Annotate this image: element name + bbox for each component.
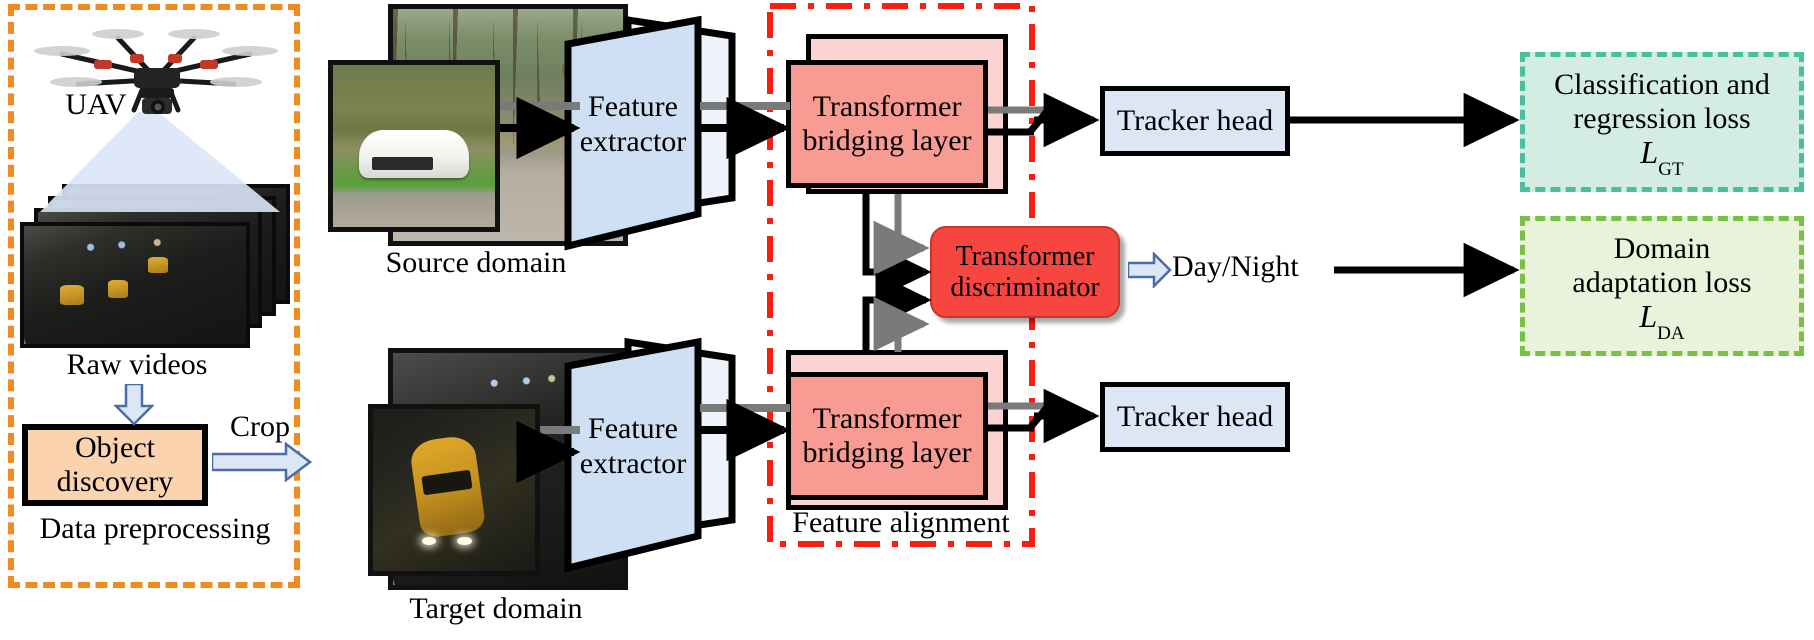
wire-bridging-bottom-to-discriminator-search	[862, 272, 932, 352]
feature-extractor-bottom-line1: Feature	[588, 412, 678, 445]
gt-loss-symbol: L	[1640, 134, 1659, 171]
wire-bridging-top-to-discriminator-search	[862, 194, 932, 300]
raw-videos-label: Raw videos	[66, 348, 208, 381]
bridging-layer-top-line2: bridging layer	[802, 124, 972, 157]
wire-bridging-top-to-discriminator-template	[873, 194, 930, 276]
domain-adaptation-loss-box: Domain adaptation loss LDA	[1520, 216, 1804, 356]
raw-video-frame-front	[20, 222, 250, 348]
da-loss-line1: Domain	[1613, 232, 1711, 266]
discriminator-line2: discriminator	[950, 272, 1100, 303]
gt-loss-symbol-row: LGT	[1554, 134, 1770, 181]
da-loss-symbol: L	[1639, 298, 1658, 335]
da-loss-line2: adaptation loss	[1572, 265, 1752, 299]
crop-label: Crop	[230, 410, 290, 443]
data-preprocessing-label: Data preprocessing	[39, 512, 271, 545]
figure-canvas: UAV Raw videos Object discovery Data pre…	[0, 0, 1814, 640]
wire-bridging-bottom-to-discriminator-template	[873, 296, 930, 352]
object-discovery-line2: discovery	[56, 465, 174, 498]
bridging-layer-bottom-line1: Transformer	[812, 402, 962, 436]
crop-arrow	[212, 442, 312, 482]
day-night-arrow	[1128, 252, 1172, 288]
bridging-layer-top[interactable]: Transformer bridging layer	[786, 60, 988, 188]
day-night-label: Day/Night	[1172, 250, 1299, 283]
target-domain-crop	[368, 404, 540, 576]
da-loss-subscript: DA	[1657, 323, 1685, 345]
gt-loss-line2: regression loss	[1573, 101, 1751, 135]
target-domain-label: Target domain	[409, 592, 583, 625]
bridging-layer-bottom[interactable]: Transformer bridging layer	[786, 372, 988, 500]
feature-extractor-top-line2: extractor	[579, 124, 687, 158]
discriminator-line1: Transformer	[955, 240, 1095, 272]
da-loss-symbol-row: LDA	[1572, 298, 1751, 345]
feature-extractor-bottom-line2: extractor	[579, 446, 687, 480]
transformer-discriminator[interactable]: Transformer discriminator	[930, 226, 1120, 318]
gt-loss-subscript: GT	[1658, 159, 1684, 181]
tracker-head-bottom-label: Tracker head	[1116, 400, 1274, 434]
classification-regression-loss-box: Classification and regression loss LGT	[1520, 52, 1804, 192]
source-domain-crop	[328, 60, 500, 232]
bridging-layer-bottom-line2: bridging layer	[802, 436, 972, 469]
feature-extractor-top-line1: Feature	[588, 90, 678, 123]
gt-loss-line1: Classification and	[1554, 68, 1770, 102]
object-discovery-box[interactable]: Object discovery	[22, 424, 208, 506]
tracker-head-bottom[interactable]: Tracker head	[1100, 382, 1290, 452]
tracker-head-top-label: Tracker head	[1116, 104, 1274, 138]
feature-extractor-top[interactable]: Feature extractor	[560, 8, 750, 260]
feature-alignment-label: Feature alignment	[792, 506, 1010, 539]
uav-drone-illustration	[34, 29, 278, 114]
raw-videos-to-object-discovery-arrow	[114, 384, 154, 426]
bridging-layer-top-line1: Transformer	[812, 90, 962, 124]
tracker-head-top[interactable]: Tracker head	[1100, 86, 1290, 156]
feature-extractor-bottom[interactable]: Feature extractor	[560, 330, 750, 582]
object-discovery-line1: Object	[75, 431, 155, 465]
